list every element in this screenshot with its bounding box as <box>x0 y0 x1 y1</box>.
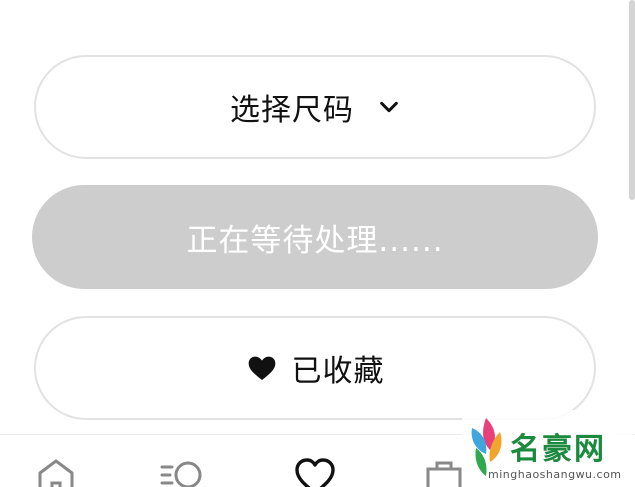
chevron-down-icon <box>380 101 398 113</box>
discover-icon <box>160 461 202 487</box>
home-icon <box>38 459 74 487</box>
bag-icon <box>426 461 462 487</box>
favorited-button[interactable]: 已收藏 <box>34 316 596 420</box>
scrollbar[interactable] <box>629 0 635 200</box>
tab-discover[interactable] <box>160 455 204 487</box>
processing-label: 正在等待处理...... <box>186 222 444 259</box>
watermark-title: 名豪网 <box>510 432 606 467</box>
watermark: 名豪网 minghaoshangwu.com <box>462 410 634 487</box>
favorites-icon <box>295 458 335 487</box>
heart-icon <box>248 356 275 380</box>
tab-home[interactable] <box>34 455 78 487</box>
select-size-button[interactable]: 选择尺码 <box>34 55 596 159</box>
processing-button[interactable]: 正在等待处理...... <box>32 185 598 289</box>
tab-favorites[interactable] <box>293 455 337 487</box>
watermark-url: minghaoshangwu.com <box>488 468 622 481</box>
tab-bag[interactable] <box>422 455 466 487</box>
select-size-label: 选择尺码 <box>230 93 354 128</box>
product-action-panel: 选择尺码 正在等待处理...... 已收藏 名豪网 minghaoshangwu… <box>0 0 635 487</box>
favorited-label: 已收藏 <box>291 354 385 389</box>
